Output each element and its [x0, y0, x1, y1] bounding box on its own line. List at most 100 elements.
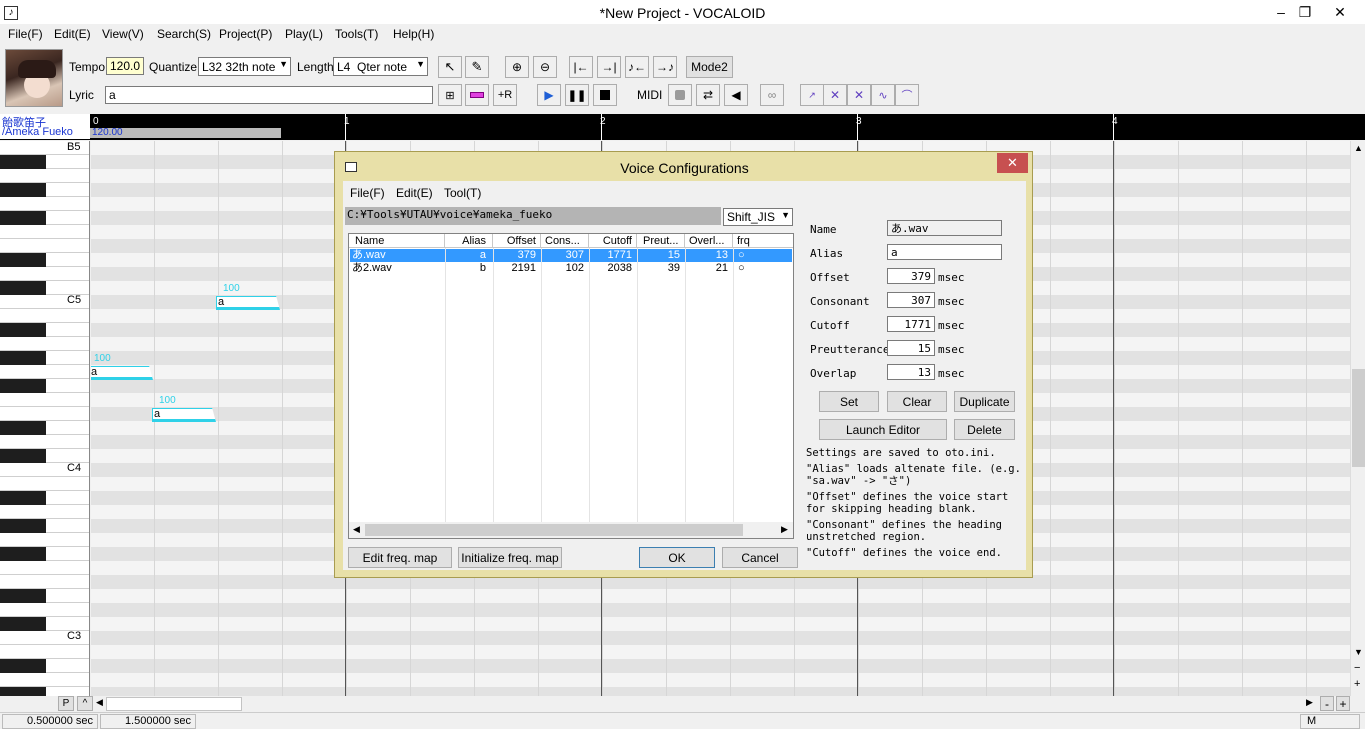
col-offset[interactable]: Offset [493, 234, 541, 248]
erase-lyric-button[interactable] [465, 84, 489, 106]
list-hscrollbar[interactable]: ◀ ▶ [349, 522, 793, 538]
dialog-menu-file[interactable]: File(F) [350, 186, 385, 200]
scroll-left-icon[interactable]: ◀ [96, 697, 103, 708]
dialog-menu-edit[interactable]: Edit(E) [396, 186, 433, 200]
p-button[interactable]: P [58, 696, 74, 711]
singer-avatar [5, 49, 63, 107]
midi-record-button[interactable] [668, 84, 692, 106]
col-name[interactable]: Name [349, 234, 445, 248]
row-consonant: 307 [565, 249, 584, 261]
replace-lyric-button[interactable]: +R [493, 84, 517, 106]
piano-keyboard[interactable]: B5 C5 C4 C3 [0, 141, 90, 696]
note-block[interactable]: a [216, 296, 280, 310]
col-preutterance[interactable]: Preut... [637, 234, 685, 248]
tempo-input[interactable]: 120.0 [106, 57, 144, 75]
name-field[interactable]: あ.wav [887, 220, 1002, 236]
lyric-input[interactable]: a [105, 86, 433, 104]
ok-button[interactable]: OK [639, 547, 715, 568]
init-freq-map-button[interactable]: Initialize freq. map [458, 547, 562, 568]
menu-file[interactable]: File(F) [8, 27, 43, 41]
insert-lyric-button[interactable]: ⊞ [438, 84, 462, 106]
goto-start-button[interactable]: |← [569, 56, 593, 78]
set-button[interactable]: Set [819, 391, 879, 412]
col-consonant[interactable]: Cons... [541, 234, 589, 248]
horizontal-scroll-thumb[interactable] [106, 697, 242, 711]
midi-loop-button[interactable]: ⇄ [696, 84, 720, 106]
scroll-down-icon[interactable]: ▼ [1354, 647, 1363, 657]
zoom-in-button[interactable]: ⊕ [505, 56, 529, 78]
speaker-button[interactable]: ◀ [724, 84, 748, 106]
stop-button[interactable] [593, 84, 617, 106]
voice-list[interactable]: Name Alias Offset Cons... Cutoff Preut..… [348, 233, 794, 539]
p3p4-button[interactable]: ✕ [847, 84, 871, 106]
next-note-button[interactable]: →♪ [653, 56, 677, 78]
cancel-button[interactable]: Cancel [722, 547, 798, 568]
pause-button[interactable]: ❚❚ [565, 84, 589, 106]
alias-field[interactable]: a [887, 244, 1002, 260]
launch-editor-button[interactable]: Launch Editor [819, 419, 947, 440]
list-scroll-thumb[interactable] [365, 524, 743, 536]
length-select[interactable]: L4 Qter note ▼ [333, 57, 428, 76]
goto-end-button[interactable]: →| [597, 56, 621, 78]
offset-field[interactable]: 379 [887, 268, 935, 284]
menu-help[interactable]: Help(H) [393, 27, 434, 41]
menu-tools[interactable]: Tools(T) [335, 27, 378, 41]
zoom-plus-h[interactable]: + [1336, 696, 1350, 711]
note-block[interactable]: a [152, 408, 216, 422]
vibrato-button[interactable]: ∿ [871, 84, 895, 106]
scroll-left-icon[interactable]: ◀ [353, 524, 360, 535]
mode-button[interactable]: Mode2 [686, 56, 733, 78]
note-velocity: 100 [159, 395, 176, 406]
menu-project[interactable]: Project(P) [219, 27, 272, 41]
duplicate-button[interactable]: Duplicate [954, 391, 1015, 412]
caret-button[interactable]: ^ [77, 696, 93, 711]
row-offset: 379 [517, 249, 536, 261]
pencil-tool-button[interactable]: ✎ [465, 56, 489, 78]
zoom-minus-v[interactable]: − [1354, 662, 1360, 674]
encoding-select[interactable]: Shift_JIS ▼ [723, 208, 793, 226]
offset-unit: msec [938, 271, 965, 284]
scroll-right-icon[interactable]: ▶ [781, 524, 788, 535]
zoom-minus-h[interactable]: - [1320, 696, 1334, 711]
zoom-out-button[interactable]: ⊖ [533, 56, 557, 78]
scroll-up-icon[interactable]: ▲ [1354, 143, 1363, 153]
list-row[interactable]: あ2.wav b 2191 102 2038 39 21 ○ [350, 262, 792, 275]
prev-note-button[interactable]: ♪← [625, 56, 649, 78]
menu-play[interactable]: Play(L) [285, 27, 323, 41]
zoom-plus-v[interactable]: + [1354, 678, 1360, 690]
dialog-close-button[interactable]: ✕ [997, 153, 1028, 173]
vertical-scrollbar[interactable]: ▲ ▼ − + [1350, 141, 1365, 696]
note-block[interactable]: a [91, 366, 153, 380]
quantize-select[interactable]: L32 32th note ▼ [198, 57, 291, 76]
list-row-selected[interactable]: あ.wav a 379 307 1771 15 13 ○ [350, 249, 792, 262]
close-button[interactable]: ✕ [1325, 0, 1355, 24]
reset-button[interactable]: ⌒ [895, 84, 919, 106]
restore-button[interactable]: ❐ [1290, 0, 1320, 24]
scroll-right-icon[interactable]: ▶ [1306, 697, 1313, 708]
consonant-label: Consonant [810, 295, 870, 308]
overlap-field[interactable]: 13 [887, 364, 935, 380]
accent-button[interactable]: ↗ [800, 84, 824, 106]
dialog-menu-tool[interactable]: Tool(T) [444, 186, 481, 200]
pointer-tool-button[interactable]: ↖ [438, 56, 462, 78]
delete-button[interactable]: Delete [954, 419, 1015, 440]
col-cutoff[interactable]: Cutoff [589, 234, 637, 248]
ruler[interactable]: 120.00 0 1 2 3 4 [90, 114, 1365, 140]
consonant-field[interactable]: 307 [887, 292, 935, 308]
vertical-scroll-thumb[interactable] [1352, 369, 1365, 467]
preutterance-field[interactable]: 15 [887, 340, 935, 356]
menu-edit[interactable]: Edit(E) [54, 27, 91, 41]
play-button[interactable]: ▶ [537, 84, 561, 106]
cutoff-field[interactable]: 1771 [887, 316, 935, 332]
name-label: Name [810, 223, 837, 236]
p2p3-button[interactable]: ✕ [823, 84, 847, 106]
menu-search[interactable]: Search(S) [157, 27, 211, 41]
menu-view[interactable]: View(V) [102, 27, 144, 41]
connect-button[interactable]: ∞ [760, 84, 784, 106]
clear-button[interactable]: Clear [887, 391, 947, 412]
help-line: "Cutoff" defines the voice end. [806, 547, 1002, 559]
col-alias[interactable]: Alias [445, 234, 493, 248]
col-frq[interactable]: frq [733, 234, 793, 248]
col-overlap[interactable]: Overl... [685, 234, 733, 248]
edit-freq-map-button[interactable]: Edit freq. map [348, 547, 452, 568]
